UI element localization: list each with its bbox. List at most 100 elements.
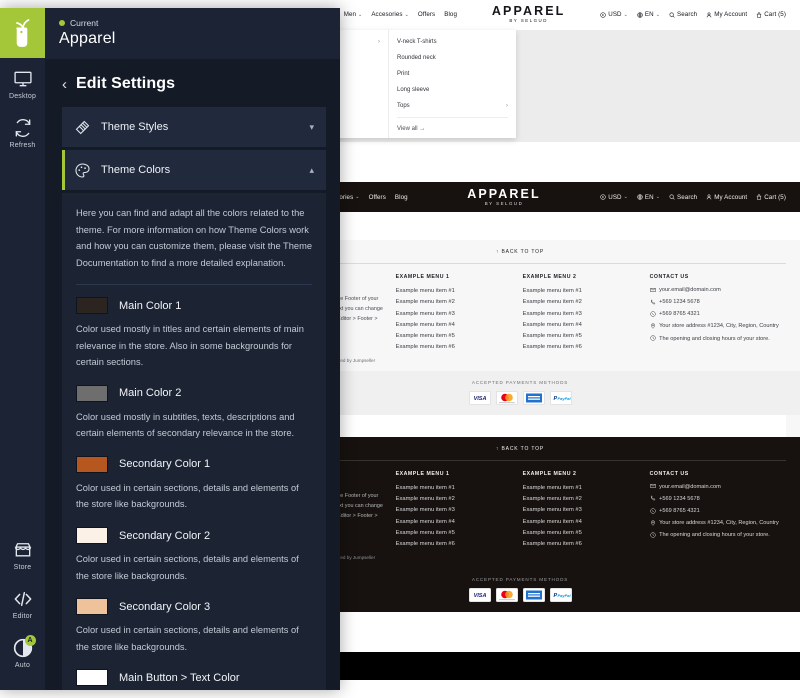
mega-menu-item[interactable]: Long sleeve bbox=[389, 82, 516, 98]
divider bbox=[397, 117, 508, 118]
search-button[interactable]: Search bbox=[669, 194, 697, 201]
contact-phone[interactable]: +569 1234 5678 bbox=[650, 298, 786, 307]
account-link[interactable]: My Account bbox=[706, 194, 747, 201]
footer-menu-item[interactable]: Example menu item #4 bbox=[523, 517, 650, 528]
currency-selector[interactable]: USD ⌄ bbox=[600, 194, 628, 201]
footer-menu-item[interactable]: Example menu item #1 bbox=[396, 483, 523, 494]
color-swatch[interactable] bbox=[76, 598, 108, 616]
color-swatch[interactable] bbox=[76, 455, 108, 473]
accordion-header[interactable]: Theme Colors ▴ bbox=[62, 150, 326, 190]
mastercard-card-icon bbox=[495, 587, 518, 602]
footer-menu-item[interactable]: Example menu item #5 bbox=[523, 331, 650, 342]
color-row-main-color-1[interactable]: Main Color 1 bbox=[76, 297, 312, 315]
color-row-secondary-color-2[interactable]: Secondary Color 2 bbox=[76, 527, 312, 545]
footer-menu-item[interactable]: Example menu item #3 bbox=[523, 309, 650, 320]
accordion-header[interactable]: Theme Styles ▾ bbox=[62, 107, 326, 147]
chevron-left-icon[interactable]: ‹ bbox=[62, 77, 67, 92]
editor-rail[interactable]: Desktop Refresh Store Editor A Auto bbox=[0, 8, 45, 690]
cart-link[interactable]: Cart (5) bbox=[756, 194, 786, 201]
accordion-theme-colors[interactable]: Theme Colors ▴ bbox=[62, 150, 326, 190]
nav-item-offers[interactable]: Offers bbox=[418, 11, 435, 18]
mega-menu-view-all[interactable]: View all → bbox=[389, 121, 516, 137]
footer-menu-item[interactable]: Example menu item #3 bbox=[523, 505, 650, 516]
language-selector[interactable]: EN ⌄ bbox=[637, 11, 660, 18]
contact-text: +569 1234 5678 bbox=[659, 495, 700, 502]
contact-whatsapp[interactable]: +569 8765 4321 bbox=[649, 507, 786, 516]
accordion-theme-styles[interactable]: Theme Styles ▾ bbox=[62, 107, 326, 147]
footer-menu-item[interactable]: Example menu item #5 bbox=[396, 331, 523, 342]
contact-phone[interactable]: +569 1234 5678 bbox=[650, 495, 786, 504]
brand-logo-dark[interactable]: APPAREL BY SELGUD bbox=[408, 188, 601, 206]
footer-menu-item[interactable]: Example menu item #6 bbox=[523, 342, 650, 353]
footer-menu-item[interactable]: Example menu item #4 bbox=[396, 517, 523, 528]
settings-scroll-area[interactable]: ‹ Edit Settings Theme Styles ▾ Theme Col… bbox=[45, 59, 340, 690]
rail-item-refresh[interactable]: Refresh bbox=[0, 107, 45, 156]
footer-menu-item[interactable]: Example menu item #6 bbox=[396, 539, 523, 550]
brand-logo[interactable]: APPAREL BY SELGUD bbox=[457, 5, 600, 23]
rail-item-store[interactable]: Store bbox=[0, 529, 45, 578]
mega-menu-column-2[interactable]: V-neck T-shirts Rounded neck Print Long … bbox=[389, 30, 516, 138]
language-selector[interactable]: EN ⌄ bbox=[637, 194, 660, 201]
footer-menu-item[interactable]: Example menu item #1 bbox=[523, 286, 650, 297]
footer-menu-item[interactable]: Example menu item #2 bbox=[523, 494, 650, 505]
nav-item-men[interactable]: Men⌄ bbox=[344, 11, 363, 18]
footer-menu-item[interactable]: Example menu item #2 bbox=[396, 297, 523, 308]
rail-item-editor[interactable]: Editor bbox=[0, 578, 45, 627]
chevron-down-icon[interactable]: ▾ bbox=[309, 122, 314, 133]
footer-menu-item[interactable]: Example menu item #5 bbox=[396, 528, 523, 539]
color-row-main-button-text-color[interactable]: Main Button > Text Color bbox=[76, 669, 312, 687]
contact-whatsapp[interactable]: +569 8765 4321 bbox=[649, 310, 786, 319]
contact-email[interactable]: your.email@domain.com bbox=[649, 483, 786, 492]
rail-item-desktop[interactable]: Desktop bbox=[0, 58, 45, 107]
nav-item-accesories[interactable]: Accesories⌄ bbox=[371, 11, 409, 18]
color-row-secondary-color-3[interactable]: Secondary Color 3 bbox=[76, 598, 312, 616]
nav-item-blog[interactable]: Blog bbox=[444, 11, 457, 18]
bag-icon bbox=[756, 194, 762, 200]
footer-menu-item[interactable]: Example menu item #5 bbox=[523, 528, 650, 539]
editor-panel-body[interactable]: Current Apparel ‹ Edit Settings Theme St… bbox=[45, 8, 340, 690]
search-button[interactable]: Search bbox=[669, 11, 697, 18]
chevron-up-icon[interactable]: ▴ bbox=[309, 165, 314, 176]
jumpseller-tag-logo[interactable] bbox=[0, 8, 45, 58]
footer-menu-item[interactable]: Example menu item #6 bbox=[396, 342, 523, 353]
mega-menu-item[interactable]: Print bbox=[389, 66, 516, 82]
color-swatch[interactable] bbox=[76, 669, 108, 687]
nav-item-offers[interactable]: Offers bbox=[369, 194, 386, 201]
footer-menu-item[interactable]: Example menu item #1 bbox=[396, 286, 523, 297]
currency-selector[interactable]: USD ⌄ bbox=[600, 11, 628, 18]
footer-menu-item[interactable]: Example menu item #2 bbox=[396, 494, 523, 505]
rail-item-auto[interactable]: A Auto bbox=[0, 627, 45, 676]
footer-menu-item[interactable]: Example menu item #3 bbox=[396, 309, 523, 320]
account-link[interactable]: My Account bbox=[706, 11, 747, 18]
utility-nav[interactable]: USD ⌄ EN ⌄ Search My Account Cart (5) bbox=[600, 11, 786, 18]
currency-circle-icon bbox=[600, 11, 606, 18]
mastercard-card-icon bbox=[495, 390, 518, 405]
utility-nav-dark[interactable]: USD ⌄ EN ⌄ Search My Account Cart (5) bbox=[600, 194, 786, 201]
color-swatch[interactable] bbox=[76, 297, 108, 315]
theme-editor-panel[interactable]: Desktop Refresh Store Editor A Auto Curr… bbox=[0, 8, 340, 690]
rail-bottom-group[interactable]: Store Editor A Auto bbox=[0, 529, 45, 690]
footer-menu-item[interactable]: Example menu item #1 bbox=[523, 483, 650, 494]
contact-address: Your store address #1234, City, Region, … bbox=[650, 519, 786, 528]
bag-icon bbox=[756, 11, 762, 18]
footer-menu-item[interactable]: Example menu item #3 bbox=[396, 505, 523, 516]
mega-menu-item[interactable]: Rounded neck bbox=[389, 50, 516, 66]
cart-link[interactable]: Cart (5) bbox=[756, 11, 786, 18]
color-row-secondary-color-1[interactable]: Secondary Color 1 bbox=[76, 455, 312, 473]
contact-text: your.email@domain.com bbox=[659, 287, 721, 293]
color-swatch[interactable] bbox=[76, 527, 108, 545]
mega-menu-item[interactable]: V-neck T-shirts bbox=[389, 34, 516, 50]
auto-badge-letter: A bbox=[24, 635, 36, 646]
color-swatch[interactable] bbox=[76, 384, 108, 402]
theme-colors-content: Here you can find and adapt all the colo… bbox=[62, 193, 326, 690]
mega-menu-item[interactable]: Tops › bbox=[389, 98, 516, 114]
contact-email[interactable]: your.email@domain.com bbox=[649, 286, 786, 295]
color-row-main-color-2[interactable]: Main Color 2 bbox=[76, 384, 312, 402]
svg-text:P: P bbox=[553, 396, 557, 402]
nav-item-blog[interactable]: Blog bbox=[395, 194, 408, 201]
footer-menu-item[interactable]: Example menu item #4 bbox=[396, 320, 523, 331]
footer-menu-item[interactable]: Example menu item #2 bbox=[523, 297, 650, 308]
footer-menu-item[interactable]: Example menu item #4 bbox=[523, 320, 650, 331]
footer-menu-item[interactable]: Example menu item #6 bbox=[523, 539, 650, 550]
rail-label: Desktop bbox=[8, 93, 37, 100]
